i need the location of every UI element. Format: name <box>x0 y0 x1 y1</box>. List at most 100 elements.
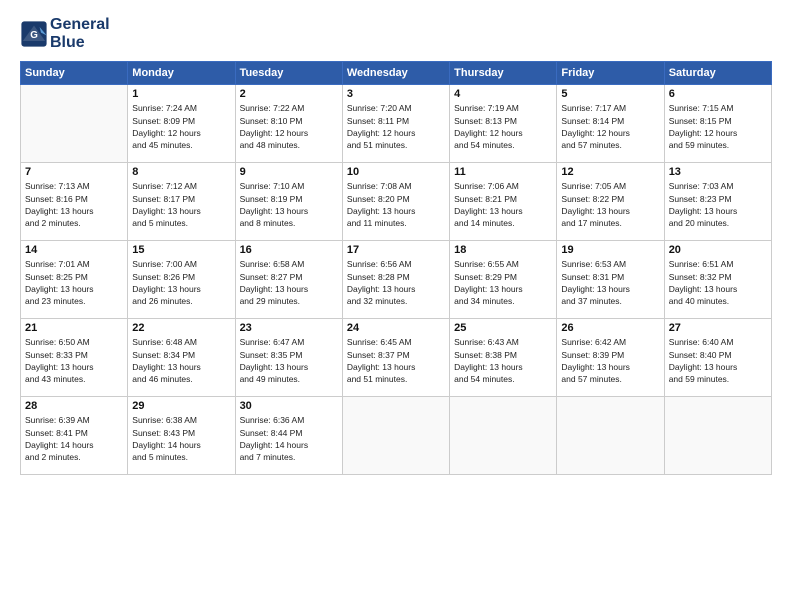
day-number: 2 <box>240 88 338 100</box>
day-info: Sunrise: 7:08 AM Sunset: 8:20 PM Dayligh… <box>347 180 445 229</box>
day-number: 6 <box>669 88 767 100</box>
day-cell: 2 Sunrise: 7:22 AM Sunset: 8:10 PM Daylig… <box>235 85 342 163</box>
day-cell: 3Sunrise: 7:20 AM Sunset: 8:11 PM Daylig… <box>342 85 449 163</box>
day-info: Sunrise: 6:56 AM Sunset: 8:28 PM Dayligh… <box>347 258 445 307</box>
day-number: 16 <box>240 244 338 256</box>
day-cell: 23Sunrise: 6:47 AM Sunset: 8:35 PM Dayli… <box>235 319 342 397</box>
logo-general: General <box>50 16 110 34</box>
day-cell: 28Sunrise: 6:39 AM Sunset: 8:41 PM Dayli… <box>21 397 128 475</box>
day-number: 29 <box>132 400 230 412</box>
day-info: Sunrise: 7:10 AM Sunset: 8:19 PM Dayligh… <box>240 180 338 229</box>
day-number: 7 <box>25 166 123 178</box>
day-cell <box>21 85 128 163</box>
day-cell: 24 Sunrise: 6:45 AM Sunset: 8:37 PM Dayli… <box>342 319 449 397</box>
day-info: Sunrise: 6:58 AM Sunset: 8:27 PM Dayligh… <box>240 258 338 307</box>
day-cell: 5 Sunrise: 7:17 AM Sunset: 8:14 PM Daylig… <box>557 85 664 163</box>
day-info: Sunrise: 7:06 AM Sunset: 8:21 PM Dayligh… <box>454 180 552 229</box>
day-number: 17 <box>347 244 445 256</box>
day-cell: 6 Sunrise: 7:15 AM Sunset: 8:15 PM Daylig… <box>664 85 771 163</box>
day-cell: 29 Sunrise: 6:38 AM Sunset: 8:43 PM Dayli… <box>128 397 235 475</box>
day-number: 19 <box>561 244 659 256</box>
day-cell: 11 Sunrise: 7:06 AM Sunset: 8:21 PM Dayli… <box>450 163 557 241</box>
day-number: 27 <box>669 322 767 334</box>
day-info: Sunrise: 7:13 AM Sunset: 8:16 PM Dayligh… <box>25 180 123 229</box>
day-number: 4 <box>454 88 552 100</box>
day-cell: 27 Sunrise: 6:40 AM Sunset: 8:40 PM Dayli… <box>664 319 771 397</box>
day-info: Sunrise: 7:12 AM Sunset: 8:17 PM Dayligh… <box>132 180 230 229</box>
day-number: 1 <box>132 88 230 100</box>
week-row-4: 28Sunrise: 6:39 AM Sunset: 8:41 PM Dayli… <box>21 397 772 475</box>
day-number: 30 <box>240 400 338 412</box>
day-cell: 4Sunrise: 7:19 AM Sunset: 8:13 PM Daylig… <box>450 85 557 163</box>
day-info: Sunrise: 6:55 AM Sunset: 8:29 PM Dayligh… <box>454 258 552 307</box>
day-info: Sunrise: 6:42 AM Sunset: 8:39 PM Dayligh… <box>561 336 659 385</box>
day-number: 15 <box>132 244 230 256</box>
day-number: 10 <box>347 166 445 178</box>
weekday-sunday: Sunday <box>21 62 128 85</box>
day-cell: 13 Sunrise: 7:03 AM Sunset: 8:23 PM Dayli… <box>664 163 771 241</box>
day-info: Sunrise: 7:01 AM Sunset: 8:25 PM Dayligh… <box>25 258 123 307</box>
day-cell <box>664 397 771 475</box>
logo-icon: G <box>20 20 48 48</box>
day-number: 9 <box>240 166 338 178</box>
day-info: Sunrise: 6:40 AM Sunset: 8:40 PM Dayligh… <box>669 336 767 385</box>
day-number: 20 <box>669 244 767 256</box>
calendar: SundayMondayTuesdayWednesdayThursdayFrid… <box>20 61 772 475</box>
weekday-thursday: Thursday <box>450 62 557 85</box>
day-cell: 10 Sunrise: 7:08 AM Sunset: 8:20 PM Dayli… <box>342 163 449 241</box>
day-number: 11 <box>454 166 552 178</box>
day-info: Sunrise: 6:53 AM Sunset: 8:31 PM Dayligh… <box>561 258 659 307</box>
day-info: Sunrise: 7:20 AM Sunset: 8:11 PM Dayligh… <box>347 102 445 151</box>
day-cell: 12 Sunrise: 7:05 AM Sunset: 8:22 PM Dayli… <box>557 163 664 241</box>
day-cell <box>557 397 664 475</box>
day-cell: 26Sunrise: 6:42 AM Sunset: 8:39 PM Dayli… <box>557 319 664 397</box>
day-info: Sunrise: 6:50 AM Sunset: 8:33 PM Dayligh… <box>25 336 123 385</box>
day-cell: 17 Sunrise: 6:56 AM Sunset: 8:28 PM Dayli… <box>342 241 449 319</box>
day-info: Sunrise: 6:51 AM Sunset: 8:32 PM Dayligh… <box>669 258 767 307</box>
day-cell <box>450 397 557 475</box>
logo-blue: Blue <box>50 34 110 52</box>
day-cell: 16 Sunrise: 6:58 AM Sunset: 8:27 PM Dayli… <box>235 241 342 319</box>
day-info: Sunrise: 7:15 AM Sunset: 8:15 PM Dayligh… <box>669 102 767 151</box>
day-number: 22 <box>132 322 230 334</box>
logo: G General Blue <box>20 16 110 51</box>
day-number: 13 <box>669 166 767 178</box>
weekday-monday: Monday <box>128 62 235 85</box>
weekday-wednesday: Wednesday <box>342 62 449 85</box>
day-number: 5 <box>561 88 659 100</box>
day-cell <box>342 397 449 475</box>
day-number: 25 <box>454 322 552 334</box>
day-info: Sunrise: 6:38 AM Sunset: 8:43 PM Dayligh… <box>132 414 230 463</box>
day-info: Sunrise: 6:36 AM Sunset: 8:44 PM Dayligh… <box>240 414 338 463</box>
day-cell: 1Sunrise: 7:24 AM Sunset: 8:09 PM Daylig… <box>128 85 235 163</box>
day-cell: 14 Sunrise: 7:01 AM Sunset: 8:25 PM Dayli… <box>21 241 128 319</box>
svg-text:G: G <box>30 30 38 41</box>
day-cell: 19 Sunrise: 6:53 AM Sunset: 8:31 PM Dayli… <box>557 241 664 319</box>
week-row-1: 7 Sunrise: 7:13 AM Sunset: 8:16 PM Daylig… <box>21 163 772 241</box>
day-number: 28 <box>25 400 123 412</box>
day-cell: 15 Sunrise: 7:00 AM Sunset: 8:26 PM Dayli… <box>128 241 235 319</box>
week-row-2: 14 Sunrise: 7:01 AM Sunset: 8:25 PM Dayli… <box>21 241 772 319</box>
day-number: 21 <box>25 322 123 334</box>
day-info: Sunrise: 7:22 AM Sunset: 8:10 PM Dayligh… <box>240 102 338 151</box>
day-cell: 18 Sunrise: 6:55 AM Sunset: 8:29 PM Dayli… <box>450 241 557 319</box>
day-number: 18 <box>454 244 552 256</box>
day-info: Sunrise: 7:05 AM Sunset: 8:22 PM Dayligh… <box>561 180 659 229</box>
day-info: Sunrise: 6:47 AM Sunset: 8:35 PM Dayligh… <box>240 336 338 385</box>
day-number: 8 <box>132 166 230 178</box>
day-cell: 22 Sunrise: 6:48 AM Sunset: 8:34 PM Dayli… <box>128 319 235 397</box>
day-cell: 20 Sunrise: 6:51 AM Sunset: 8:32 PM Dayli… <box>664 241 771 319</box>
day-cell: 9 Sunrise: 7:10 AM Sunset: 8:19 PM Daylig… <box>235 163 342 241</box>
day-info: Sunrise: 7:03 AM Sunset: 8:23 PM Dayligh… <box>669 180 767 229</box>
day-number: 12 <box>561 166 659 178</box>
weekday-header-row: SundayMondayTuesdayWednesdayThursdayFrid… <box>21 62 772 85</box>
header: G General Blue <box>20 16 772 51</box>
day-info: Sunrise: 7:17 AM Sunset: 8:14 PM Dayligh… <box>561 102 659 151</box>
day-info: Sunrise: 7:00 AM Sunset: 8:26 PM Dayligh… <box>132 258 230 307</box>
day-number: 14 <box>25 244 123 256</box>
day-info: Sunrise: 6:45 AM Sunset: 8:37 PM Dayligh… <box>347 336 445 385</box>
day-cell: 21 Sunrise: 6:50 AM Sunset: 8:33 PM Dayli… <box>21 319 128 397</box>
day-number: 24 <box>347 322 445 334</box>
weekday-friday: Friday <box>557 62 664 85</box>
day-info: Sunrise: 6:48 AM Sunset: 8:34 PM Dayligh… <box>132 336 230 385</box>
